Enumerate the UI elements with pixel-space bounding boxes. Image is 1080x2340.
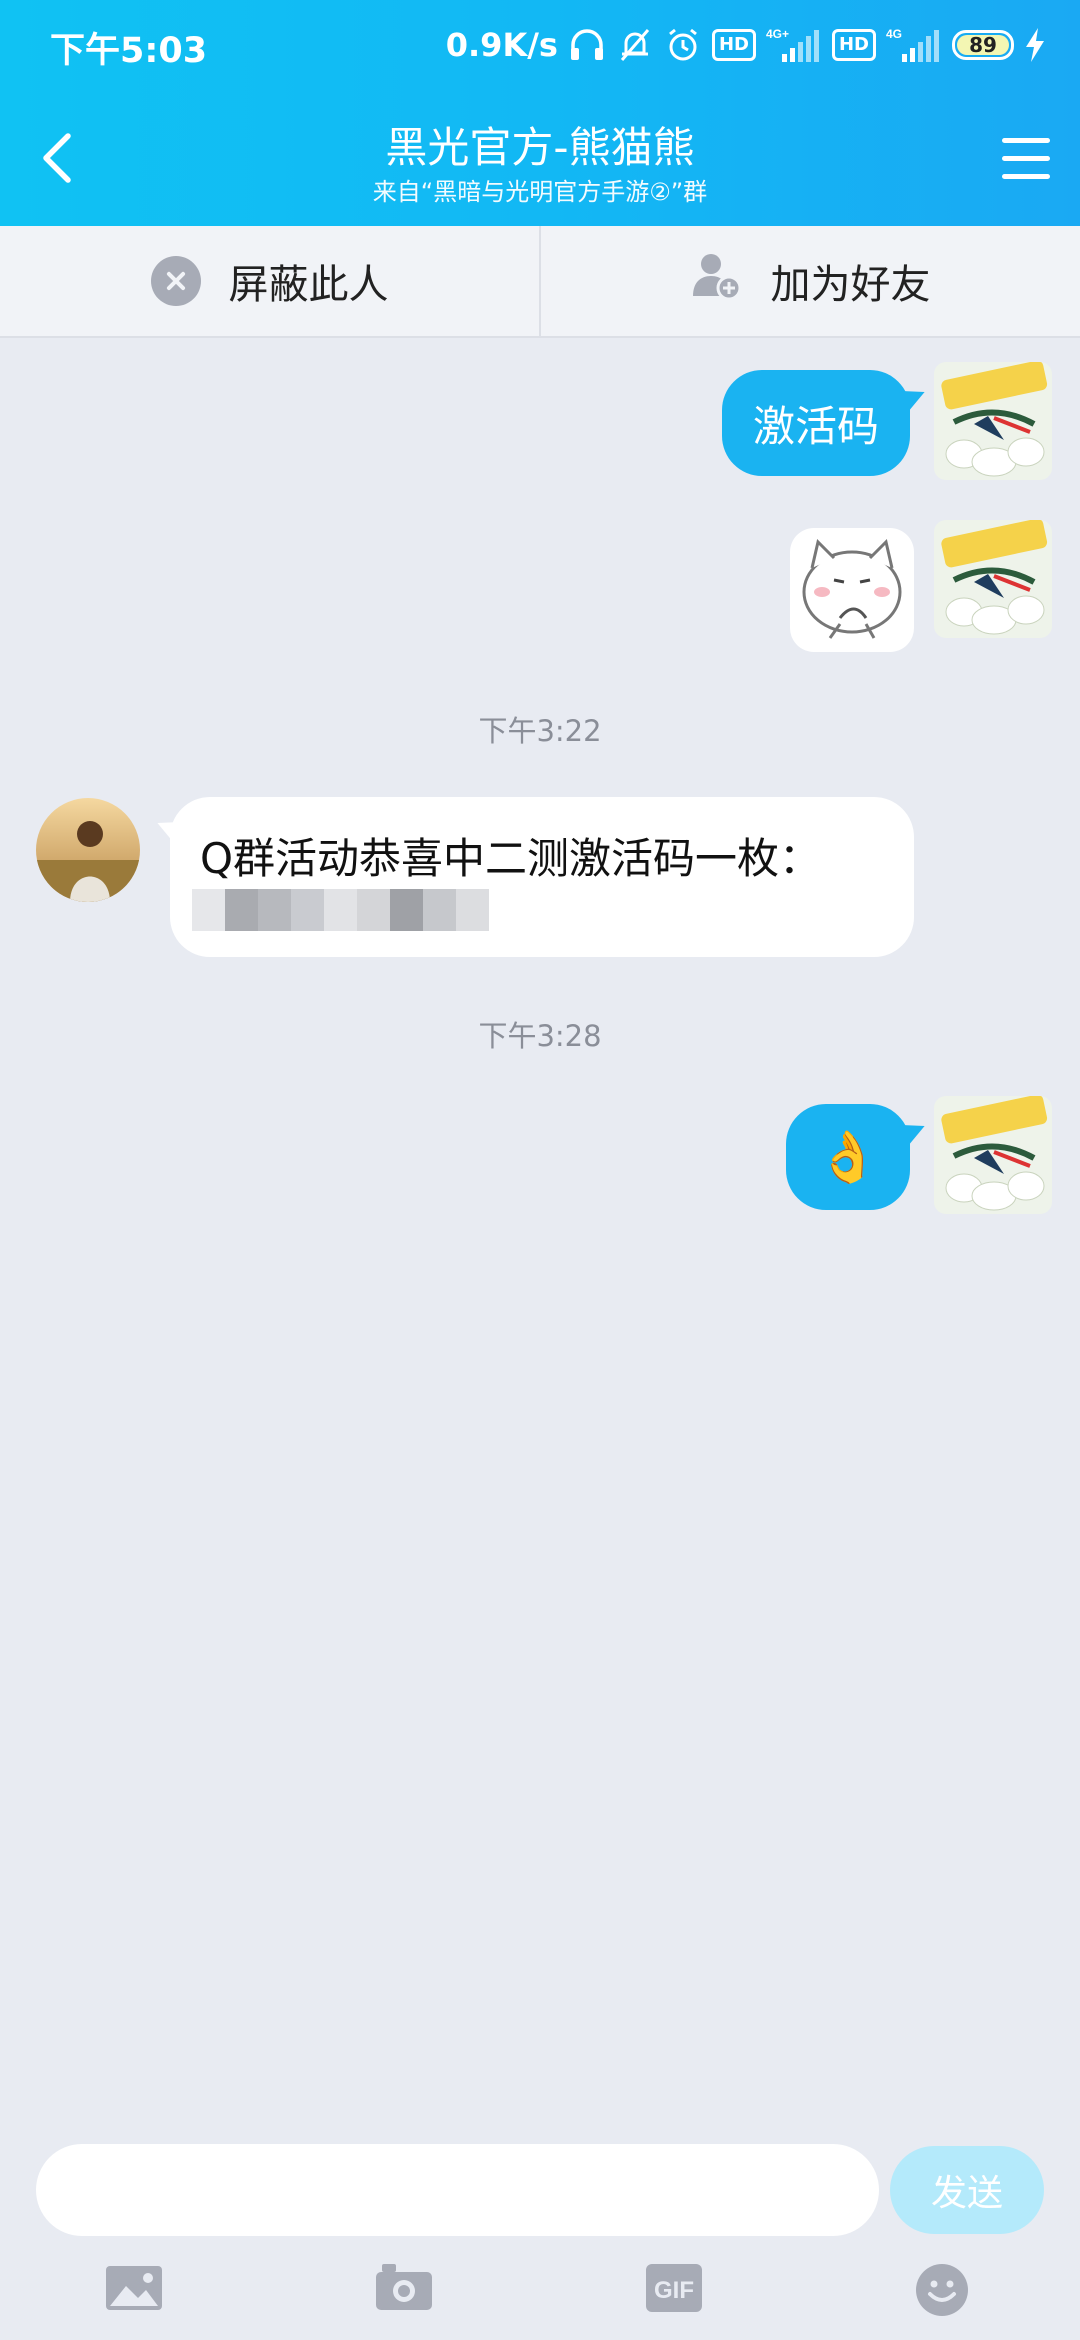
composer-toolbar: GIF — [0, 2250, 1080, 2340]
my-avatar[interactable] — [934, 362, 1052, 480]
menu-icon[interactable] — [1002, 138, 1050, 180]
message-input[interactable] — [36, 2144, 879, 2236]
my-avatar-3[interactable] — [934, 1096, 1052, 1214]
block-user-button[interactable]: 屏蔽此人 — [0, 226, 539, 336]
hd-badge-2: HD — [831, 29, 876, 61]
status-icons: 0.9K/s HD 4G+ HD 4G 89 — [446, 20, 1046, 70]
image-icon[interactable] — [104, 2262, 164, 2318]
block-user-label: 屏蔽此人 — [228, 262, 389, 308]
headphones-icon — [568, 26, 606, 64]
outgoing-message-bubble[interactable]: 激活码 — [722, 370, 910, 476]
signal-icon-2: 4G — [886, 26, 942, 64]
emoji-icon[interactable] — [914, 2262, 970, 2322]
block-icon — [150, 256, 201, 306]
outgoing-emoji-bubble[interactable]: 👌 — [786, 1104, 910, 1210]
timestamp-2: 下午3:28 — [478, 1019, 602, 1053]
outgoing-message-text: 激活码 — [752, 401, 879, 451]
chat-title: 黑光官方-熊猫熊 — [385, 123, 695, 172]
back-arrow-icon[interactable] — [36, 130, 80, 186]
alarm-icon — [664, 26, 702, 64]
add-friend-button[interactable]: 加为好友 — [539, 226, 1080, 336]
net-label-1: 4G+ — [766, 27, 789, 41]
net-label-2: 4G — [886, 27, 902, 41]
send-button[interactable]: 发送 — [890, 2146, 1044, 2234]
status-time: 下午5:03 — [50, 31, 208, 71]
camera-icon[interactable] — [374, 2262, 434, 2318]
incoming-message-bubble[interactable]: Q群活动恭喜中二测激活码一枚： — [170, 797, 914, 957]
battery-indicator: 89 — [952, 30, 1014, 60]
redacted-code — [192, 889, 489, 931]
chat-subtitle: 来自“黑暗与光明官方手游②”群 — [372, 178, 708, 206]
stranger-action-bar: 屏蔽此人 加为好友 — [0, 226, 1080, 338]
cat-sticker[interactable] — [790, 528, 914, 652]
signal-icon-1: 4G+ — [766, 26, 822, 64]
charging-icon — [1024, 28, 1046, 62]
gif-icon[interactable]: GIF — [644, 2262, 704, 2318]
hd-badge-1: HD — [711, 29, 756, 61]
ok-hand-emoji: 👌 — [816, 1127, 880, 1186]
battery-level: 89 — [969, 33, 997, 57]
timestamp: 下午3:22 — [478, 714, 602, 748]
my-avatar-2[interactable] — [934, 520, 1052, 638]
contact-avatar[interactable] — [36, 798, 140, 902]
network-speed: 0.9K/s — [445, 26, 558, 64]
add-friend-label: 加为好友 — [770, 262, 931, 308]
gif-label: GIF — [654, 2277, 694, 2304]
incoming-message-text: Q群活动恭喜中二测激活码一枚： — [200, 834, 822, 883]
add-friend-icon — [691, 250, 743, 312]
chat-header: 下午5:03 0.9K/s HD 4G+ HD 4G 89 黑光官方-熊猫熊 来… — [0, 0, 1080, 226]
mute-bell-icon — [616, 26, 654, 64]
status-bar: 下午5:03 0.9K/s HD 4G+ HD 4G 89 — [0, 0, 1080, 92]
